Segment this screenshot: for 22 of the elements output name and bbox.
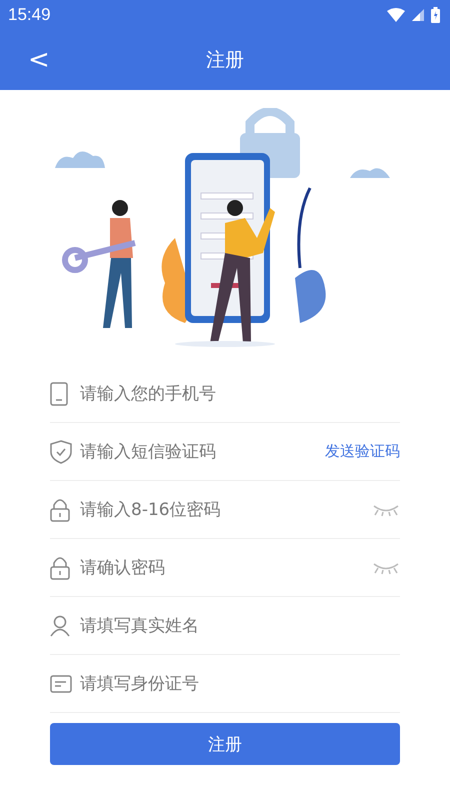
back-button[interactable]: < [22, 45, 56, 75]
input-field[interactable]: 请输入短信验证码 [80, 442, 325, 462]
shield-check-icon [50, 440, 72, 464]
phone-icon [50, 382, 68, 406]
send-code-link[interactable]: 发送验证码 [325, 442, 400, 461]
status-time: 15:49 [8, 5, 51, 25]
input-field[interactable]: 请输入8-16位密码 [80, 500, 372, 520]
lock-icon [50, 498, 70, 522]
closed-eye-icon[interactable] [372, 502, 400, 516]
input-field[interactable]: 请填写身份证号 [80, 674, 400, 694]
id-card-icon [50, 674, 72, 692]
register-button[interactable]: 注册 [50, 723, 400, 765]
input-field[interactable]: 请确认密码 [80, 558, 372, 578]
signal-icon [411, 8, 425, 22]
lock-icon [50, 556, 70, 580]
input-field[interactable]: 请填写真实姓名 [80, 616, 400, 636]
input-field[interactable]: 请输入您的手机号 [80, 384, 400, 404]
wifi-icon [387, 8, 405, 22]
person-icon [50, 614, 70, 636]
battery-icon [431, 7, 440, 23]
page-title: 注册 [206, 48, 244, 73]
closed-eye-icon[interactable] [372, 560, 400, 574]
